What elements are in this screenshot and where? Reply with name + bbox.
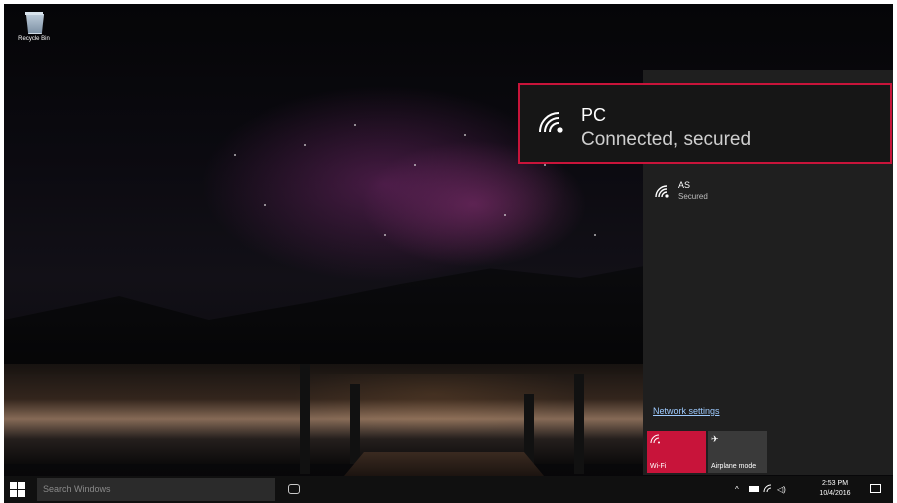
clock[interactable]: 2:53 PM 10/4/2016 bbox=[813, 479, 857, 499]
star bbox=[354, 124, 356, 126]
lake-reflection bbox=[4, 364, 644, 464]
windows-logo-icon bbox=[10, 482, 17, 489]
wifi-tile-label: Wi-Fi bbox=[650, 463, 667, 470]
battery-icon[interactable] bbox=[749, 486, 759, 492]
network-settings-link[interactable]: Network settings bbox=[653, 406, 720, 416]
wifi-icon bbox=[650, 434, 660, 444]
task-view-button[interactable] bbox=[288, 484, 300, 494]
star bbox=[414, 164, 416, 166]
recycle-bin-icon bbox=[23, 10, 45, 34]
star bbox=[234, 154, 236, 156]
connected-network-ssid: PC bbox=[581, 105, 607, 125]
clock-time: 2:53 PM bbox=[821, 480, 849, 487]
network-ssid: AS bbox=[678, 180, 691, 190]
network-status: Secured bbox=[678, 192, 708, 201]
dock-post bbox=[350, 384, 360, 464]
taskbar: Search Windows ^ ◁) 2:53 PM 10/4/2016 bbox=[4, 476, 893, 503]
recycle-bin[interactable]: Recycle Bin bbox=[12, 10, 56, 42]
connected-network-status: Connected, secured bbox=[581, 129, 752, 150]
system-tray: ^ ◁) 2:53 PM 10/4/2016 bbox=[733, 476, 893, 503]
volume-icon[interactable]: ◁) bbox=[777, 485, 786, 494]
mountains-silhouette bbox=[4, 266, 644, 374]
wifi-signal-icon bbox=[655, 185, 669, 198]
star bbox=[594, 234, 596, 236]
star bbox=[264, 204, 266, 206]
network-item-as[interactable]: AS Secured bbox=[643, 178, 893, 218]
wooden-dock bbox=[344, 452, 544, 476]
wifi-signal-icon bbox=[539, 112, 563, 133]
network-icon[interactable] bbox=[763, 484, 773, 493]
star bbox=[384, 234, 386, 236]
chevron-up-icon[interactable]: ^ bbox=[735, 485, 739, 494]
star bbox=[544, 164, 546, 166]
start-button[interactable] bbox=[10, 482, 26, 498]
star bbox=[464, 134, 466, 136]
airplane-tile-label: Airplane mode bbox=[711, 463, 757, 470]
star bbox=[304, 144, 306, 146]
dock-post bbox=[574, 374, 584, 474]
connected-network-item[interactable]: PC Connected, secured bbox=[518, 83, 892, 164]
airplane-icon: ✈ bbox=[711, 434, 719, 444]
clock-date: 10/4/2016 bbox=[819, 490, 851, 497]
star bbox=[504, 214, 506, 216]
airplane-mode-tile[interactable]: ✈ Airplane mode bbox=[708, 431, 767, 473]
action-center-icon[interactable] bbox=[870, 484, 881, 493]
wifi-toggle-tile[interactable]: Wi-Fi bbox=[647, 431, 706, 473]
recycle-bin-label: Recycle Bin bbox=[18, 36, 50, 42]
dock-post bbox=[300, 364, 310, 474]
search-input[interactable]: Search Windows bbox=[37, 478, 275, 501]
